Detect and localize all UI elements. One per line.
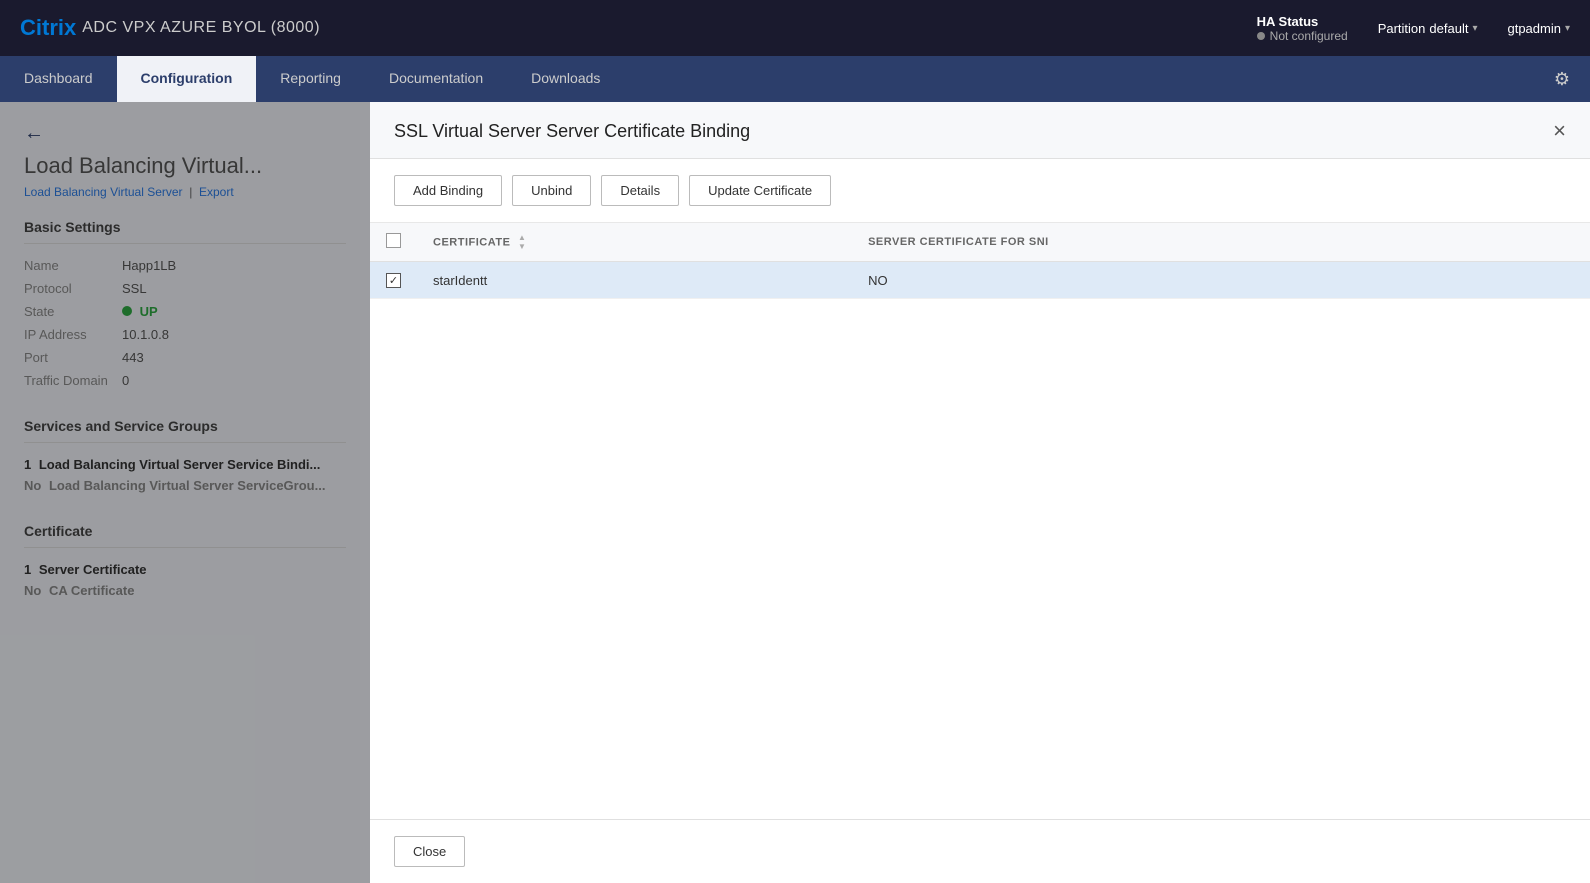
tab-documentation[interactable]: Documentation	[365, 56, 507, 102]
ssl-binding-modal: SSL Virtual Server Server Certificate Bi…	[370, 102, 1590, 883]
brand-citrix-text: Citrix	[20, 15, 76, 41]
ha-status-value: Not configured	[1257, 29, 1348, 43]
add-binding-button[interactable]: Add Binding	[394, 175, 502, 206]
ha-status-text: Not configured	[1270, 29, 1348, 43]
modal-close-button[interactable]: ×	[1553, 120, 1566, 142]
col-sni: SERVER CERTIFICATE FOR SNI	[852, 223, 1590, 262]
table-row[interactable]: starIdentt NO	[370, 262, 1590, 299]
partition-label: Partition	[1378, 21, 1426, 36]
partition-info[interactable]: Partition default ▾	[1378, 21, 1478, 36]
certificate-sort-icon[interactable]: ▲ ▼	[518, 234, 526, 251]
row-checkbox[interactable]	[386, 273, 401, 288]
row-certificate-cell: starIdentt	[417, 262, 852, 299]
table-body: starIdentt NO	[370, 262, 1590, 299]
nav-bar: Dashboard Configuration Reporting Docume…	[0, 56, 1590, 102]
user-dropdown-icon: ▾	[1565, 23, 1570, 34]
tab-downloads[interactable]: Downloads	[507, 56, 624, 102]
modal-table-container: CERTIFICATE ▲ ▼ SERVER CERTIFICATE FOR S…	[370, 223, 1590, 819]
settings-icon[interactable]: ⚙	[1534, 56, 1590, 102]
update-certificate-button[interactable]: Update Certificate	[689, 175, 831, 206]
tab-dashboard[interactable]: Dashboard	[0, 56, 117, 102]
unbind-button[interactable]: Unbind	[512, 175, 591, 206]
user-menu[interactable]: gtpadmin ▾	[1507, 21, 1570, 36]
row-checkbox-cell	[370, 262, 417, 299]
table-header-row: CERTIFICATE ▲ ▼ SERVER CERTIFICATE FOR S…	[370, 223, 1590, 262]
modal-header: SSL Virtual Server Server Certificate Bi…	[370, 102, 1590, 159]
brand: Citrix ADC VPX AZURE BYOL (8000)	[20, 15, 320, 41]
row-sni-cell: NO	[852, 262, 1590, 299]
modal-footer: Close	[370, 819, 1590, 883]
close-button[interactable]: Close	[394, 836, 465, 867]
top-header: Citrix ADC VPX AZURE BYOL (8000) HA Stat…	[0, 0, 1590, 56]
partition-dropdown-icon: ▾	[1472, 23, 1477, 34]
col-certificate: CERTIFICATE ▲ ▼	[417, 223, 852, 262]
details-button[interactable]: Details	[601, 175, 679, 206]
header-right: HA Status Not configured Partition defau…	[1257, 14, 1570, 43]
modal-toolbar: Add Binding Unbind Details Update Certif…	[370, 159, 1590, 223]
certificate-binding-table: CERTIFICATE ▲ ▼ SERVER CERTIFICATE FOR S…	[370, 223, 1590, 299]
modal-title: SSL Virtual Server Server Certificate Bi…	[394, 121, 750, 142]
ha-status-title: HA Status	[1257, 14, 1319, 29]
tab-configuration[interactable]: Configuration	[117, 56, 257, 102]
partition-value: default	[1429, 21, 1468, 36]
ha-status: HA Status Not configured	[1257, 14, 1348, 43]
username-text: gtpadmin	[1507, 21, 1560, 36]
brand-product-text: ADC VPX AZURE BYOL (8000)	[82, 19, 320, 37]
table-header: CERTIFICATE ▲ ▼ SERVER CERTIFICATE FOR S…	[370, 223, 1590, 262]
col-checkbox	[370, 223, 417, 262]
header-checkbox[interactable]	[386, 233, 401, 248]
ha-dot-icon	[1257, 32, 1265, 40]
tab-reporting[interactable]: Reporting	[256, 56, 365, 102]
